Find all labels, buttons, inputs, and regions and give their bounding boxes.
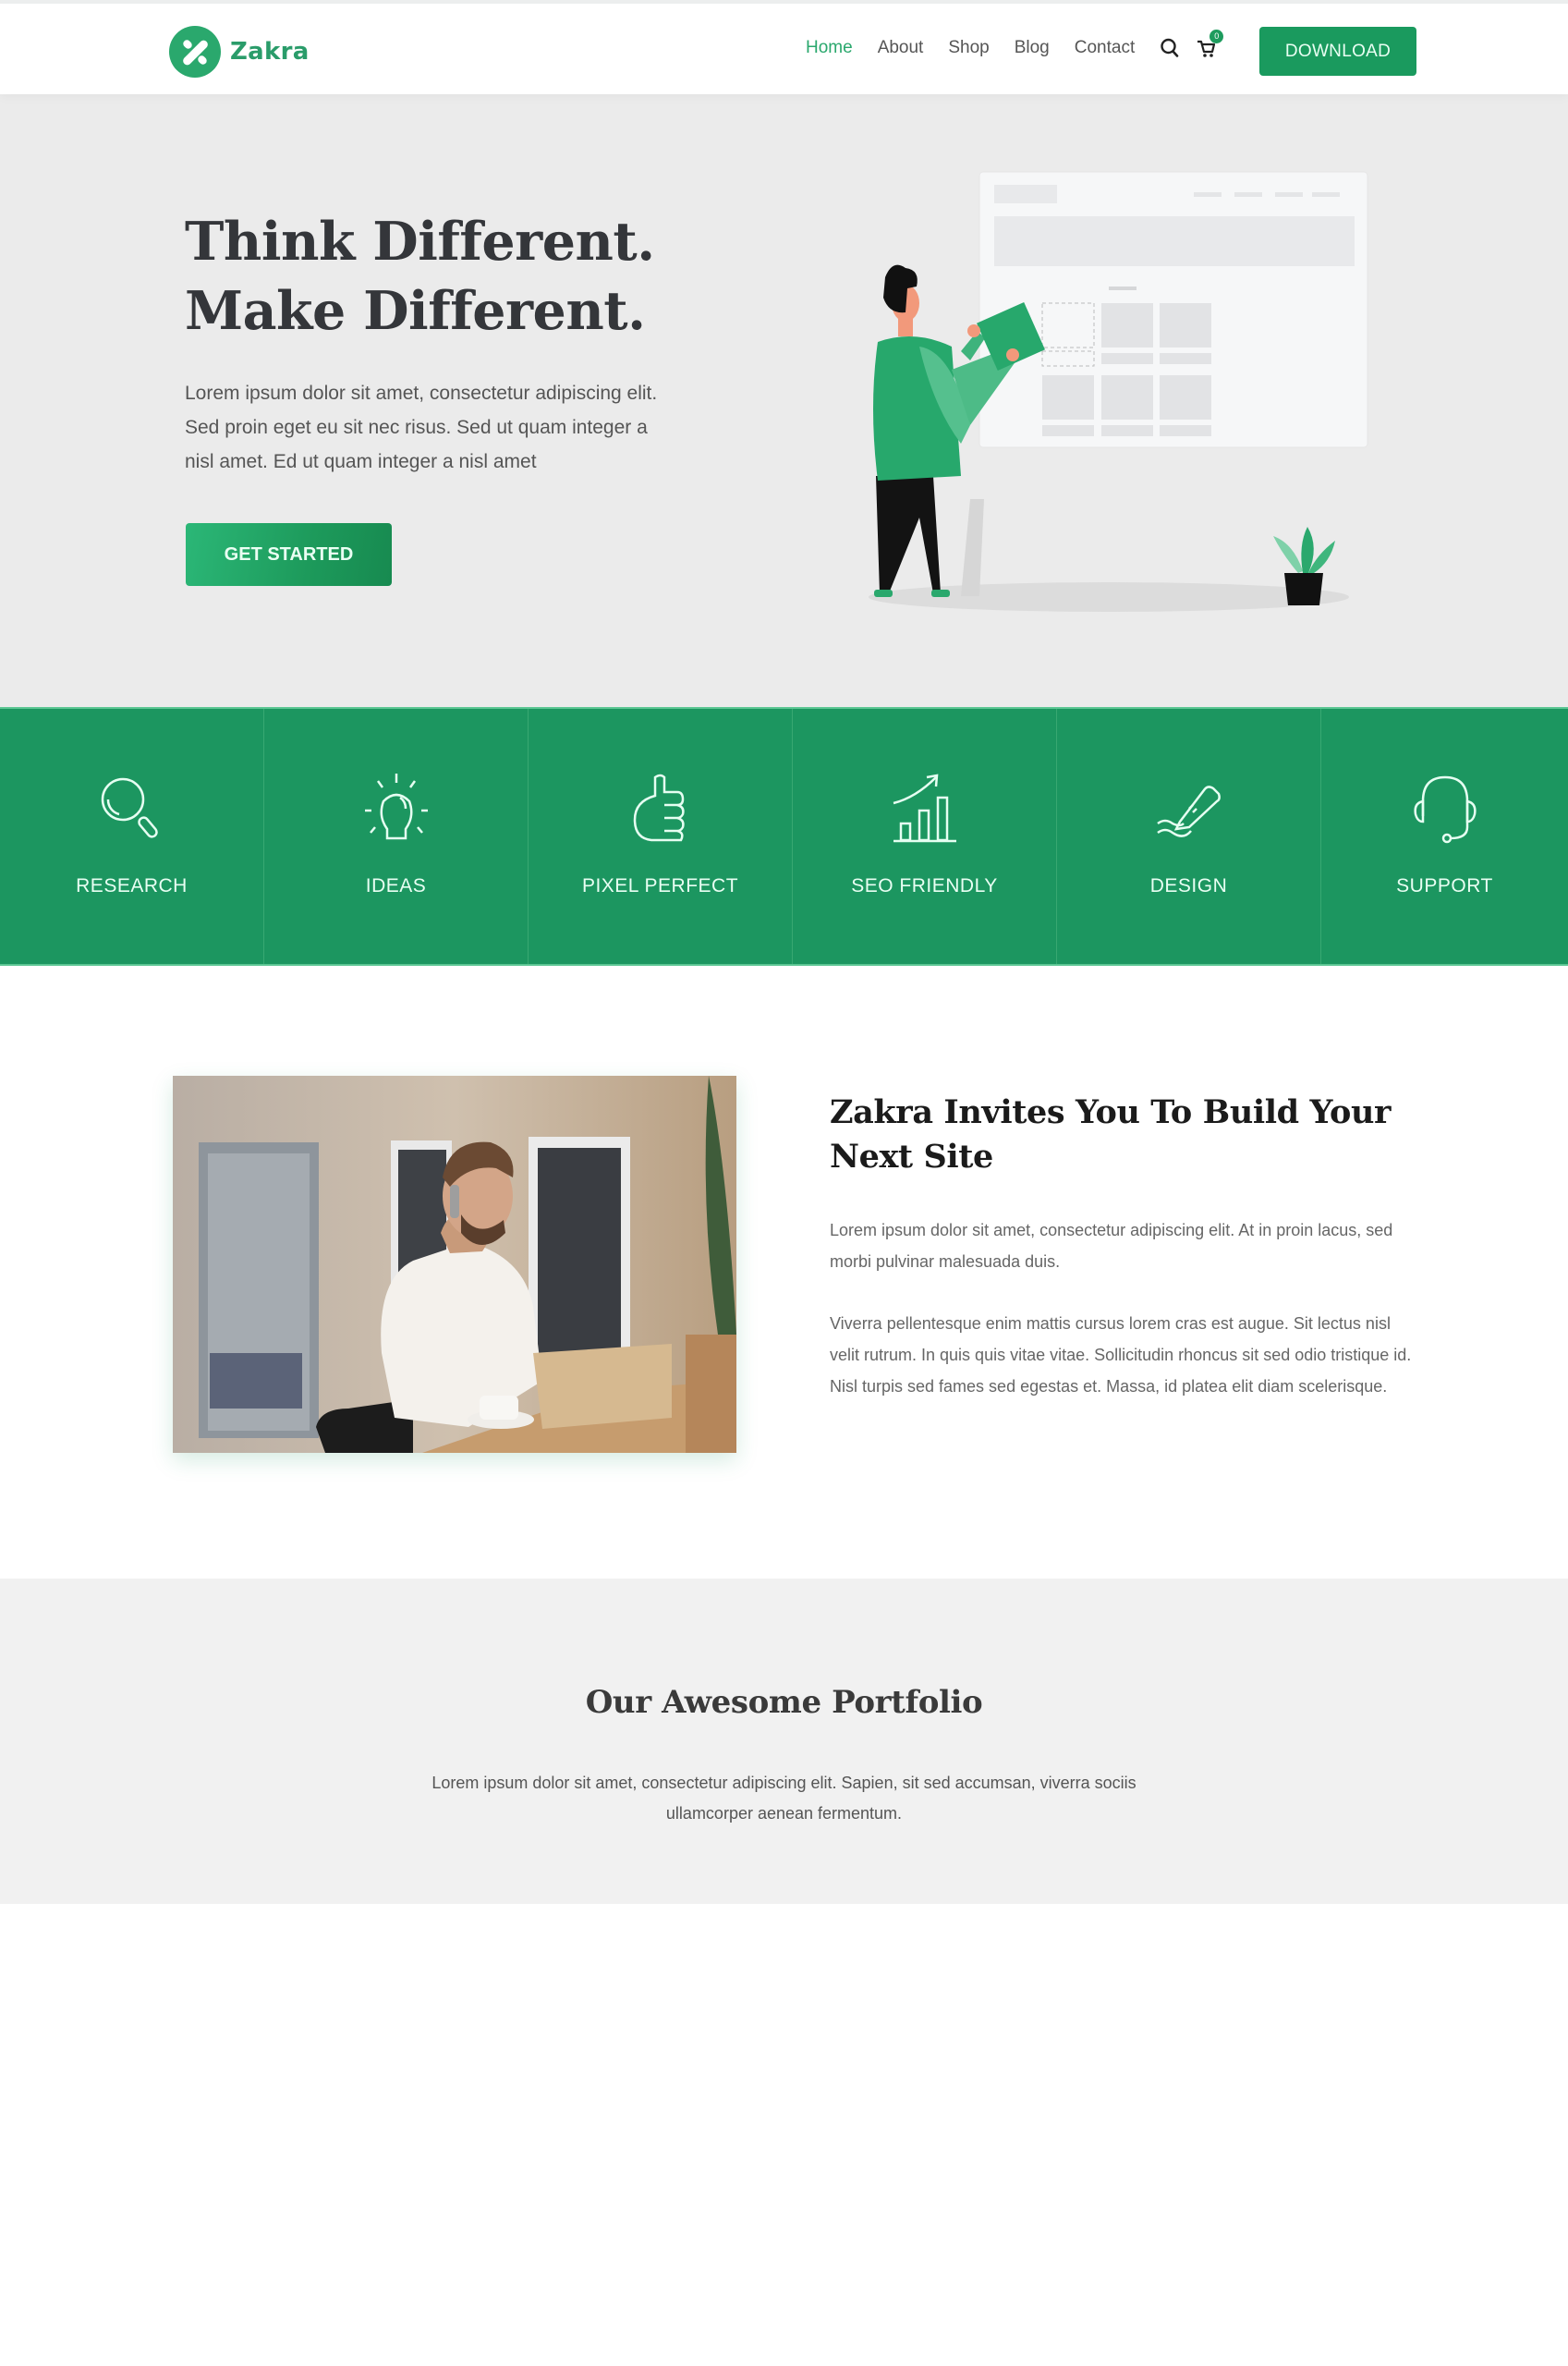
logo-icon bbox=[169, 26, 221, 78]
logo[interactable]: Zakra bbox=[169, 26, 310, 78]
features-band: RESEARCH IDEAS PIXEL PERFECT SEO FRIENDL… bbox=[0, 707, 1568, 966]
nav-item-about[interactable]: About bbox=[878, 38, 924, 58]
cart-button[interactable]: 0 bbox=[1197, 30, 1224, 59]
portfolio-description: Lorem ipsum dolor sit amet, consectetur … bbox=[432, 1774, 1136, 1823]
about-paragraph-2: Viverra pellentesque enim mattis cursus … bbox=[830, 1314, 1412, 1396]
hero-illustration bbox=[869, 171, 1368, 612]
get-started-button[interactable]: GET STARTED bbox=[186, 523, 392, 586]
portfolio-title: Our Awesome Portfolio bbox=[585, 1684, 983, 1721]
about-title: Zakra Invites You To Build Your Next Sit… bbox=[830, 1093, 1392, 1176]
feature-label: DESIGN bbox=[1149, 875, 1228, 896]
logo-text: Zakra bbox=[230, 38, 310, 66]
search-button[interactable] bbox=[1160, 37, 1180, 59]
feature-label: RESEARCH bbox=[76, 875, 188, 896]
browser-mockup bbox=[978, 171, 1368, 448]
about-paragraph-1: Lorem ipsum dolor sit amet, consectetur … bbox=[830, 1221, 1393, 1271]
nav-item-blog[interactable]: Blog bbox=[1015, 38, 1050, 58]
feature-seo-friendly[interactable]: SEO FRIENDLY bbox=[793, 709, 1057, 964]
about-photo bbox=[173, 1076, 736, 1453]
feature-ideas[interactable]: IDEAS bbox=[264, 709, 529, 964]
search-icon bbox=[1161, 38, 1179, 57]
hero-title-line1: Think Different. bbox=[185, 211, 655, 273]
headset-icon bbox=[1413, 775, 1477, 844]
download-button[interactable]: DOWNLOAD bbox=[1259, 27, 1416, 76]
hero-section: Think Different. Make Different. Lorem i… bbox=[0, 94, 1568, 707]
nav-item-contact[interactable]: Contact bbox=[1075, 38, 1135, 58]
feature-label: IDEAS bbox=[365, 875, 427, 896]
feature-design[interactable]: DESIGN bbox=[1057, 709, 1321, 964]
feature-pixel-perfect[interactable]: PIXEL PERFECT bbox=[529, 709, 793, 964]
pen-icon bbox=[1156, 786, 1221, 837]
feature-label: SUPPORT bbox=[1396, 875, 1493, 896]
growth-chart-icon bbox=[893, 774, 956, 843]
feature-label: PIXEL PERFECT bbox=[581, 875, 739, 896]
hero-title-line2: Make Different. bbox=[185, 280, 646, 342]
hero-title: Think Different. Make Different. bbox=[185, 207, 655, 346]
site-header: Zakra Home About Shop Blog Contact 0 DOW… bbox=[0, 0, 1568, 94]
feature-research[interactable]: RESEARCH bbox=[0, 709, 264, 964]
lightbulb-icon bbox=[364, 774, 428, 840]
cart-count-badge: 0 bbox=[1209, 30, 1224, 43]
man-on-phone-photo bbox=[173, 1076, 736, 1453]
nav-item-shop[interactable]: Shop bbox=[948, 38, 989, 58]
nav-item-home[interactable]: Home bbox=[806, 38, 853, 58]
feature-support[interactable]: SUPPORT bbox=[1321, 709, 1568, 964]
thumbs-up-icon bbox=[633, 774, 685, 842]
feature-label: SEO FRIENDLY bbox=[851, 875, 998, 896]
main-nav: Home About Shop Blog Contact 0 bbox=[806, 30, 1234, 59]
magnifier-icon bbox=[101, 777, 158, 838]
hero-description: Lorem ipsum dolor sit amet, consectetur … bbox=[185, 383, 658, 472]
portfolio-section: Our Awesome Portfolio Lorem ipsum dolor … bbox=[0, 1579, 1568, 1904]
